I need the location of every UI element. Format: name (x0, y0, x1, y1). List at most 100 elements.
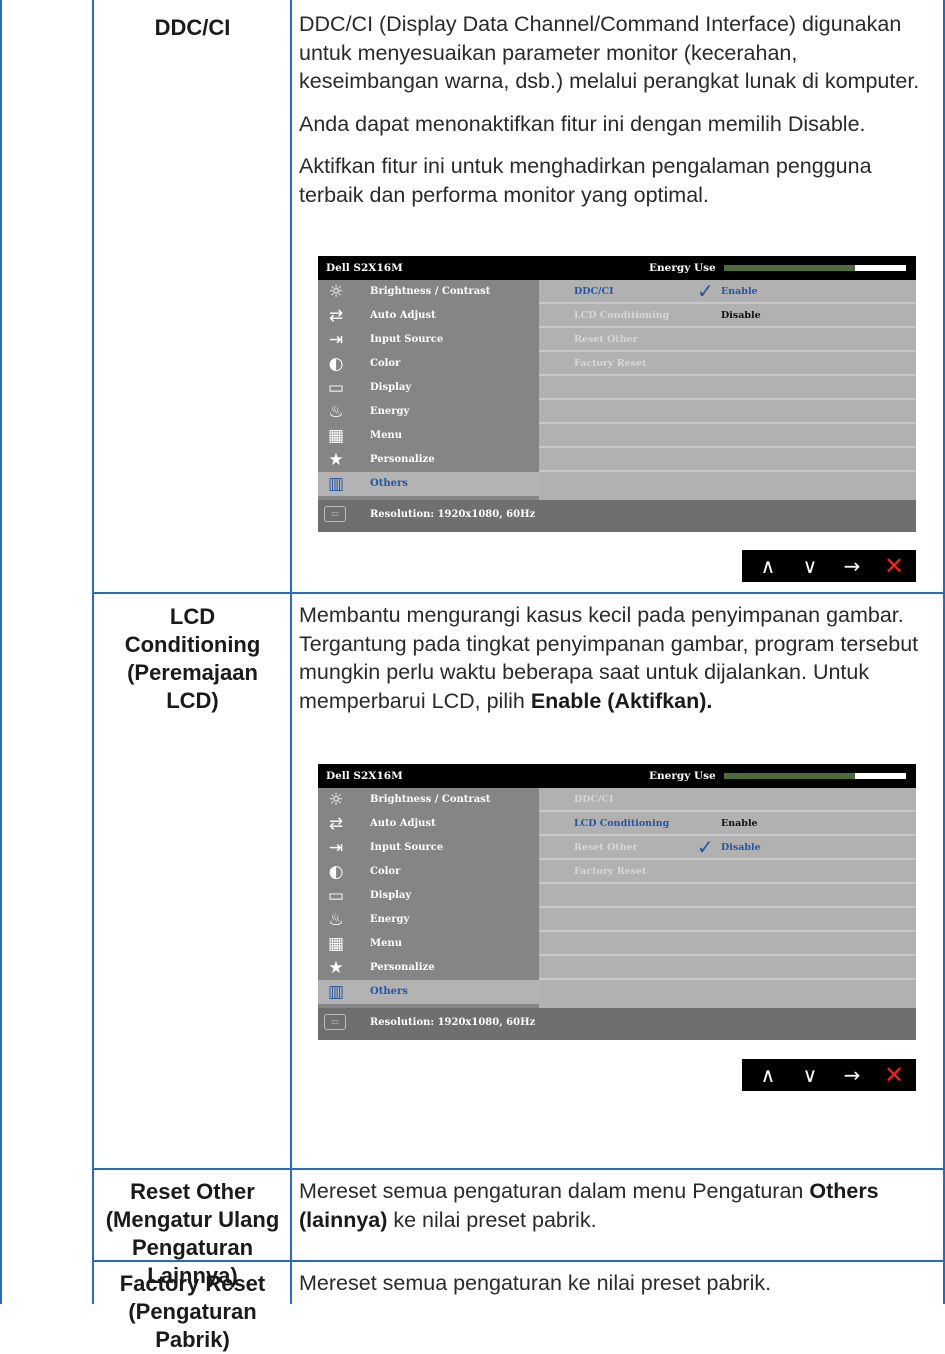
osd-menu-label: Others (370, 478, 408, 489)
label-line: Factory Reset (119, 1271, 266, 1296)
osd-menu-label: Personalize (370, 454, 435, 465)
osd-menu-item[interactable]: ★ Personalize (318, 956, 539, 980)
submenu-row[interactable]: Factory Reset (539, 352, 916, 376)
osd-screenshot: Dell S2X16M Energy Use DDC/CI LCD Condit… (318, 764, 916, 1040)
osd-menu-label: Color (370, 866, 401, 877)
submenu-row[interactable]: LCD Conditioning Disable (539, 304, 916, 328)
osd-menu-label: Personalize (370, 962, 435, 973)
submenu-ddcci: DDC/CI (574, 286, 614, 297)
others-icon: ▥ (327, 474, 345, 494)
osd-footer: ▭ Resolution: 1920x1080, 60Hz (318, 500, 916, 528)
label-line: (Pengaturan (128, 1299, 257, 1324)
star-icon: ★ (328, 958, 344, 978)
osd-menu-label: Auto Adjust (370, 310, 436, 321)
table-border-indent (92, 0, 94, 1304)
close-icon[interactable]: ✕ (874, 550, 914, 582)
osd-menu-item[interactable]: ⇥ Input Source (318, 836, 539, 860)
osd-menu-item[interactable]: ☼ Brightness / Contrast (318, 788, 539, 812)
color-icon: ◐ (328, 862, 344, 882)
energy-icon: ♨ (328, 402, 344, 422)
row-label-factory-reset: Factory Reset (Pengaturan Pabrik) (95, 1270, 290, 1354)
label-line: LCD) (166, 688, 219, 713)
osd-menu-item[interactable]: ⇄ Auto Adjust (318, 812, 539, 836)
row-description-factory-reset: Mereset semua pengaturan ke nilai preset… (299, 1269, 929, 1312)
osd-menu-label: Brightness / Contrast (370, 286, 491, 297)
disable-option[interactable]: Disable (721, 310, 761, 321)
submenu-row[interactable]: DDC/CI (539, 788, 916, 812)
checkmark-icon: ✓ (697, 835, 714, 859)
right-arrow-icon[interactable]: → (832, 550, 872, 582)
row-separator (92, 1168, 945, 1170)
menu-icon: ▦ (327, 426, 345, 446)
osd-menu-item[interactable]: ⇥ Input Source (318, 328, 539, 352)
osd-menu-label: Input Source (370, 842, 444, 853)
checkmark-icon: ✓ (697, 279, 714, 303)
osd-menu-item[interactable]: ▥ Others (318, 472, 539, 496)
up-arrow-icon[interactable]: ∧ (748, 1059, 788, 1091)
right-arrow-icon[interactable]: → (832, 1059, 872, 1091)
submenu-lcd-conditioning: LCD Conditioning (574, 310, 670, 321)
close-icon[interactable]: ✕ (874, 1059, 914, 1091)
osd-screenshot: Dell S2X16M Energy Use DDC/CI ✓ Enable L… (318, 256, 916, 532)
description-bold: Enable (Aktifkan). (530, 688, 713, 713)
osd-menu-item[interactable]: ♨ Energy (318, 400, 539, 424)
osd-menu-item[interactable]: ▭ Display (318, 884, 539, 908)
osd-header: Dell S2X16M Energy Use (318, 764, 916, 788)
enable-option[interactable]: Enable (721, 286, 758, 297)
row-description-reset-other: Mereset semua pengaturan dalam menu Peng… (299, 1177, 929, 1248)
down-arrow-icon[interactable]: ∨ (790, 550, 830, 582)
submenu-factory-reset: Factory Reset (574, 358, 647, 369)
osd-menu-item[interactable]: ▦ Menu (318, 932, 539, 956)
disable-option[interactable]: Disable (721, 842, 761, 853)
label-line: Conditioning (124, 632, 261, 657)
osd-menu-item[interactable]: ◐ Color (318, 352, 539, 376)
osd-menu-item[interactable]: ▥ Others (318, 980, 539, 1004)
osd-menu-label: Display (370, 382, 412, 393)
submenu-row (539, 956, 916, 980)
row-label-ddcci: DDC/CI (154, 15, 231, 40)
osd-menu-item[interactable]: ▭ Display (318, 376, 539, 400)
osd-menu-label: Color (370, 358, 401, 369)
osd-menu-label: Energy (370, 914, 410, 925)
brightness-icon: ☼ (328, 790, 344, 810)
label-line: (Mengatur Ulang (105, 1207, 280, 1232)
osd-menu-item[interactable]: ♨ Energy (318, 908, 539, 932)
display-icon: ▭ (327, 378, 345, 398)
submenu-row[interactable]: LCD Conditioning Enable (539, 812, 916, 836)
submenu-row[interactable]: Reset Other (539, 328, 916, 352)
osd-nav-bar: ∧ ∨ → ✕ (742, 550, 916, 582)
submenu-row[interactable]: DDC/CI ✓ Enable (539, 280, 916, 304)
label-line: Pabrik) (155, 1327, 230, 1352)
label-line: LCD (169, 604, 216, 629)
osd-footer: ▭ Resolution: 1920x1080, 60Hz (318, 1008, 916, 1036)
osd-menu-item[interactable]: ★ Personalize (318, 448, 539, 472)
up-arrow-icon[interactable]: ∧ (748, 550, 788, 582)
description-text: Mereset semua pengaturan ke nilai preset… (299, 1271, 772, 1295)
table-border-left (0, 0, 2, 1304)
down-arrow-icon[interactable]: ∨ (790, 1059, 830, 1091)
input-source-icon: ⇥ (328, 330, 344, 350)
submenu-row (539, 376, 916, 400)
osd-title: Dell S2X16M (326, 262, 403, 274)
description-text: Mereset semua pengaturan dalam menu Peng… (299, 1179, 810, 1203)
osd-menu-label: Auto Adjust (370, 818, 436, 829)
osd-header: Dell S2X16M Energy Use (318, 256, 916, 280)
menu-icon: ▦ (327, 934, 345, 954)
energy-icon: ♨ (328, 910, 344, 930)
label-line: Pengaturan (131, 1235, 254, 1260)
paragraph: DDC/CI (Display Data Channel/Command Int… (299, 12, 920, 93)
submenu-row[interactable]: Reset Other ✓ Disable (539, 836, 916, 860)
submenu-row[interactable]: Factory Reset (539, 860, 916, 884)
vga-connector-icon: ▭ (324, 1014, 346, 1030)
osd-menu-item[interactable]: ⇄ Auto Adjust (318, 304, 539, 328)
osd-menu-item[interactable]: ◐ Color (318, 860, 539, 884)
energy-use-fill (724, 265, 856, 271)
settings-table: DDC/CI DDC/CI (Display Data Channel/Comm… (0, 0, 945, 1352)
enable-option[interactable]: Enable (721, 818, 758, 829)
vga-connector-icon: ▭ (324, 506, 346, 522)
osd-menu-item[interactable]: ☼ Brightness / Contrast (318, 280, 539, 304)
submenu-ddcci: DDC/CI (574, 794, 614, 805)
osd-title: Dell S2X16M (326, 770, 403, 782)
osd-menu-label: Input Source (370, 334, 444, 345)
osd-menu-item[interactable]: ▦ Menu (318, 424, 539, 448)
